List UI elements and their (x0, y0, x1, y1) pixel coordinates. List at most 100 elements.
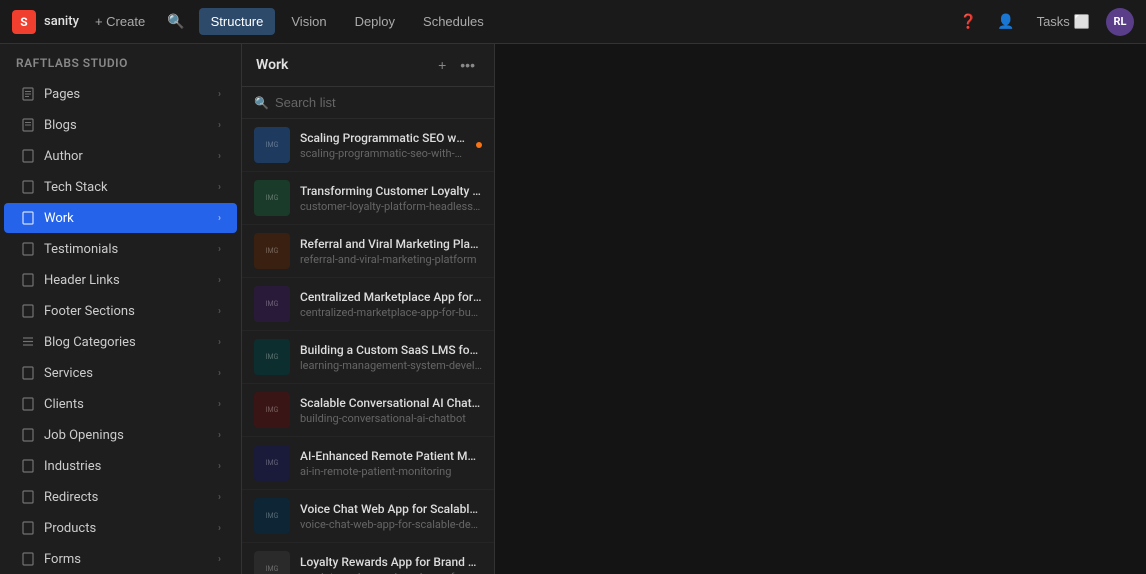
products-chevron: › (218, 523, 221, 534)
work-slug: voice-chat-web-app-for-scalable-dec... (300, 518, 482, 531)
clients-label: Clients (44, 397, 84, 412)
job-openings-label: Job Openings (44, 428, 124, 443)
work-item[interactable]: IMGBuilding a Custom SaaS LMS for K-12..… (242, 331, 494, 384)
help-button[interactable]: ❓ (954, 9, 983, 34)
work-text: Scaling Programmatic SEO with a Fi... sca… (300, 131, 466, 160)
right-area (495, 44, 1146, 574)
forms-icon (20, 551, 36, 567)
redirects-label: Redirects (44, 490, 98, 505)
footer-sections-icon (20, 303, 36, 319)
create-button[interactable]: + Create (87, 10, 153, 33)
work-list: IMG Scaling Programmatic SEO with a Fi...… (242, 119, 494, 574)
work-title: Scalable Conversational AI Chatbot f... (300, 396, 482, 410)
sidebar-item-services[interactable]: Services › (4, 358, 237, 388)
nav-deploy[interactable]: Deploy (343, 8, 407, 35)
clients-chevron: › (218, 399, 221, 410)
work-slug: scaling-programmatic-seo-with-hea... (300, 147, 466, 160)
work-text: Centralized Marketplace App for Vehi...c… (300, 290, 482, 319)
work-item[interactable]: IMGScaling Programmatic SEO with a Fi...… (242, 119, 494, 172)
testimonials-label: Testimonials (44, 242, 118, 257)
industries-label: Industries (44, 459, 101, 474)
work-item[interactable]: IMG Centralized Marketplace App for Vehi.… (242, 278, 494, 331)
author-chevron: › (218, 151, 221, 162)
work-slug: learning-management-system-develo... (300, 359, 482, 372)
work-item[interactable]: IMGScalable Conversational AI Chatbot f.… (242, 384, 494, 437)
panel-title: Work (256, 57, 288, 73)
blog-categories-label: Blog Categories (44, 335, 136, 350)
work-status-dot (476, 142, 482, 148)
sidebar-item-testimonials[interactable]: Testimonials › (4, 234, 237, 264)
tasks-label: Tasks (1037, 14, 1070, 29)
tasks-button[interactable]: Tasks ⬜ (1029, 10, 1098, 34)
panel-header: Work + ••• (242, 44, 494, 87)
sidebar-item-blog-categories[interactable]: Blog Categories › (4, 327, 237, 357)
brand-name: sanity (44, 14, 79, 29)
sidebar-item-footer-sections[interactable]: Footer Sections › (4, 296, 237, 326)
tech-stack-chevron: › (218, 182, 221, 193)
nav-vision[interactable]: Vision (279, 8, 338, 35)
add-item-button[interactable]: + (433, 54, 451, 76)
products-label: Products (44, 521, 96, 536)
sidebar-item-forms[interactable]: Forms › (4, 544, 237, 574)
work-thumbnail: IMG (254, 286, 290, 322)
work-item[interactable]: IMGTransforming Customer Loyalty Platf..… (242, 172, 494, 225)
sidebar-item-clients[interactable]: Clients › (4, 389, 237, 419)
sidebar-item-tech-stack[interactable]: Tech Stack › (4, 172, 237, 202)
work-label: Work (44, 211, 74, 226)
nav-schedules[interactable]: Schedules (411, 8, 496, 35)
sanity-logo: S (12, 10, 36, 34)
work-item[interactable]: IMGReferral and Viral Marketing Platform… (242, 225, 494, 278)
job-openings-icon (20, 427, 36, 443)
sidebar-item-blogs[interactable]: Blogs › (4, 110, 237, 140)
work-thumbnail: IMG (254, 339, 290, 375)
work-icon (20, 210, 36, 226)
search-input[interactable] (275, 95, 482, 110)
nav-structure[interactable]: Structure (199, 8, 276, 35)
global-search-button[interactable]: 🔍 (161, 9, 190, 34)
services-label: Services (44, 366, 93, 381)
work-title: Scaling Programmatic SEO with a Fi... (300, 131, 466, 145)
sidebar-header: Raftlabs Studio (0, 44, 241, 78)
top-bar-left: S sanity + Create 🔍 Structure Vision Dep… (12, 8, 954, 35)
more-options-button[interactable]: ••• (455, 54, 480, 76)
work-item[interactable]: IMGLoyalty Rewards App for Brand Loyalt.… (242, 543, 494, 574)
top-nav: Structure Vision Deploy Schedules (199, 8, 496, 35)
industries-chevron: › (218, 461, 221, 472)
sidebar-item-industries[interactable]: Industries › (4, 451, 237, 481)
work-title: AI-Enhanced Remote Patient Monitori... (300, 449, 482, 463)
work-item[interactable]: IMGAI-Enhanced Remote Patient Monitori..… (242, 437, 494, 490)
work-chevron: › (218, 213, 221, 224)
pages-label: Pages (44, 87, 80, 102)
work-text: Referral and Viral Marketing Platform ..… (300, 237, 482, 266)
products-icon (20, 520, 36, 536)
work-title: Referral and Viral Marketing Platform ..… (300, 237, 482, 251)
testimonials-icon (20, 241, 36, 257)
blogs-chevron: › (218, 120, 221, 131)
notifications-button[interactable]: 👤 (991, 9, 1020, 34)
footer-sections-chevron: › (218, 306, 221, 317)
sidebar-item-redirects[interactable]: Redirects › (4, 482, 237, 512)
blog-categories-chevron: › (218, 337, 221, 348)
search-icon: 🔍 (254, 96, 269, 110)
work-item[interactable]: IMGVoice Chat Web App for Scalable Dec..… (242, 490, 494, 543)
testimonials-chevron: › (218, 244, 221, 255)
sidebar: Raftlabs Studio Pages › (0, 44, 242, 574)
tech-stack-label: Tech Stack (44, 180, 108, 195)
sidebar-item-author[interactable]: Author › (4, 141, 237, 171)
avatar[interactable]: RL (1106, 8, 1134, 36)
footer-sections-label: Footer Sections (44, 304, 135, 319)
sidebar-item-header-links[interactable]: Header Links › (4, 265, 237, 295)
sidebar-item-pages[interactable]: Pages › (4, 79, 237, 109)
tasks-icon: ⬜ (1074, 14, 1090, 30)
sidebar-item-job-openings[interactable]: Job Openings › (4, 420, 237, 450)
clients-icon (20, 396, 36, 412)
job-openings-chevron: › (218, 430, 221, 441)
sidebar-item-work[interactable]: Work › (4, 203, 237, 233)
industries-icon (20, 458, 36, 474)
work-slug: building-conversational-ai-chatbot (300, 412, 482, 425)
redirects-chevron: › (218, 492, 221, 503)
services-icon (20, 365, 36, 381)
work-text: AI-Enhanced Remote Patient Monitori...ai… (300, 449, 482, 478)
sidebar-item-products[interactable]: Products › (4, 513, 237, 543)
work-slug: customer-loyalty-platform-headless-c... (300, 200, 482, 213)
